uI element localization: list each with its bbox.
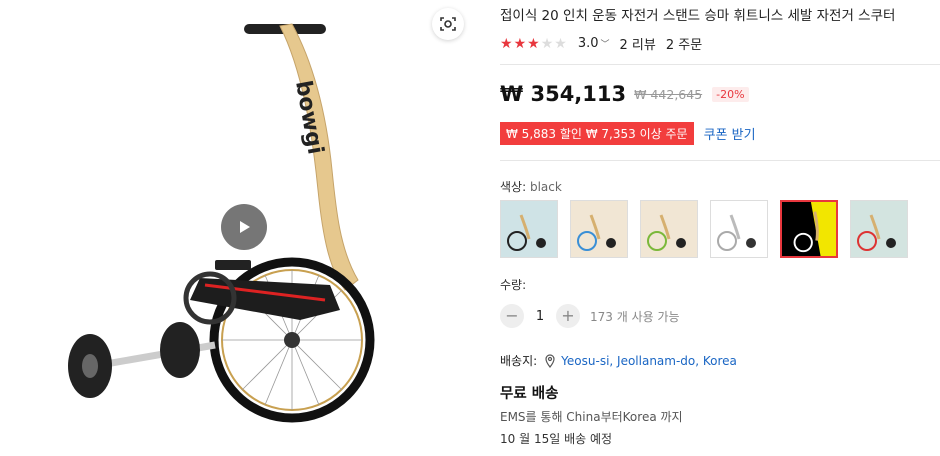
quantity-minus-button[interactable]: − (500, 304, 524, 328)
price-row: ₩ 354,113 ₩ 442,645 -20% (500, 82, 749, 106)
video-play-button[interactable] (221, 204, 267, 250)
current-price: ₩ 354,113 (500, 82, 627, 106)
color-label: 색상: black (500, 180, 562, 194)
product-title: 접이식 20 인치 운동 자전거 스탠드 승마 휘트니스 세발 자전거 스쿠터 (500, 8, 896, 24)
play-icon (240, 221, 250, 233)
image-search-button[interactable] (432, 8, 464, 40)
pedal (215, 260, 251, 270)
star-icon: ★ (527, 35, 540, 52)
front-wheel-right (160, 322, 200, 378)
star-icon: ★ (554, 35, 567, 52)
ship-to-location-link[interactable]: Yeosu-si, Jeollanam-do, Korea (561, 354, 737, 368)
review-count[interactable]: 2 리뷰 (620, 34, 656, 53)
quantity-value[interactable]: 1 (524, 309, 556, 324)
star-icon: ★ (540, 35, 554, 52)
color-option[interactable] (850, 200, 908, 258)
chevron-down-icon[interactable]: ﹀ (601, 37, 610, 50)
rating-stars: ★ ★ ★ ★ ★ (500, 37, 568, 51)
color-options (500, 200, 920, 258)
product-info: 접이식 20 인치 운동 자전거 스탠드 승마 휘트니스 세발 자전거 스쿠터 … (500, 0, 940, 456)
quantity-stepper: − 1 + 173 개 사용 가능 (500, 304, 680, 328)
shipping-method: 무료 배송 (500, 386, 559, 402)
product-gallery: bowgi (0, 0, 480, 456)
star-icon: ★ (500, 35, 513, 52)
rating-row: ★ ★ ★ ★ ★ 3.0 ﹀ 2 리뷰 2 주문 (500, 34, 702, 53)
divider (500, 160, 940, 161)
camera-scan-icon (440, 17, 456, 31)
divider (500, 64, 940, 65)
selected-color: black (529, 180, 562, 194)
available-stock: 173 개 사용 가능 (590, 309, 680, 324)
color-option[interactable] (500, 200, 558, 258)
coupon-row: ₩ 5,883 할인 ₩ 7,353 이상 주문 쿠폰 받기 (500, 122, 756, 145)
wood-frame (279, 23, 359, 291)
quantity-label: 수량: (500, 278, 527, 292)
discount-badge: -20% (712, 86, 749, 102)
location-pin-icon (545, 353, 555, 368)
color-option[interactable] (640, 200, 698, 258)
ship-to-label: 배송지: (500, 354, 538, 368)
delivery-estimate: 10 월 15일 배송 예정 (500, 432, 613, 446)
original-price: ₩ 442,645 (634, 86, 703, 102)
get-coupon-link[interactable]: 쿠폰 받기 (704, 124, 756, 143)
frame-brand: bowgi (290, 79, 328, 157)
order-count: 2 주문 (665, 38, 703, 53)
color-option-selected[interactable] (780, 200, 838, 258)
star-icon: ★ (513, 35, 527, 52)
coupon-tag: ₩ 5,883 할인 ₩ 7,353 이상 주문 (500, 122, 694, 145)
color-option[interactable] (570, 200, 628, 258)
rating-value[interactable]: 3.0 (578, 36, 599, 51)
ship-to-row: 배송지: Yeosu-si, Jeollanam-do, Korea (500, 352, 737, 369)
product-image[interactable]: bowgi (40, 10, 380, 430)
color-option[interactable] (710, 200, 768, 258)
shipping-route: EMS를 통해 China부터Korea 까지 (500, 410, 683, 424)
quantity-plus-button[interactable]: + (556, 304, 580, 328)
